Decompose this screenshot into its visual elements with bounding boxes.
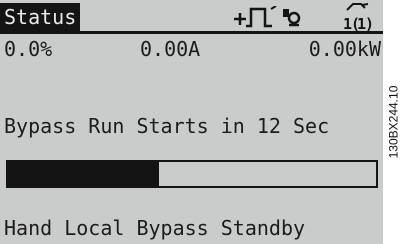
figure-code-label: 130BX244.10 bbox=[384, 0, 403, 244]
status-title: Status bbox=[0, 3, 81, 31]
grid-power-icon: 1 ( 1 ) bbox=[343, 3, 374, 32]
bypass-countdown-message: Bypass Run Starts in 12 Sec bbox=[4, 114, 330, 138]
lcd-display: Status 1 ( 1 ) 0.0% 0.00A 0.00kW Bypass … bbox=[0, 0, 383, 244]
svg-text:): ) bbox=[365, 15, 374, 32]
bypass-relay-icon bbox=[283, 9, 301, 27]
progress-fill bbox=[8, 162, 159, 186]
figure-code-text: 130BX244.10 bbox=[386, 85, 401, 159]
percent-readout: 0.0% bbox=[4, 37, 53, 61]
power-readout: 0.00kW bbox=[308, 37, 381, 61]
header-divider bbox=[0, 31, 383, 34]
current-readout: 0.00A bbox=[140, 37, 201, 61]
hand-arrow-step-icon bbox=[234, 6, 277, 28]
drive-state-line: Hand Local Bypass Standby bbox=[4, 216, 306, 240]
bypass-progress-bar bbox=[6, 160, 378, 188]
